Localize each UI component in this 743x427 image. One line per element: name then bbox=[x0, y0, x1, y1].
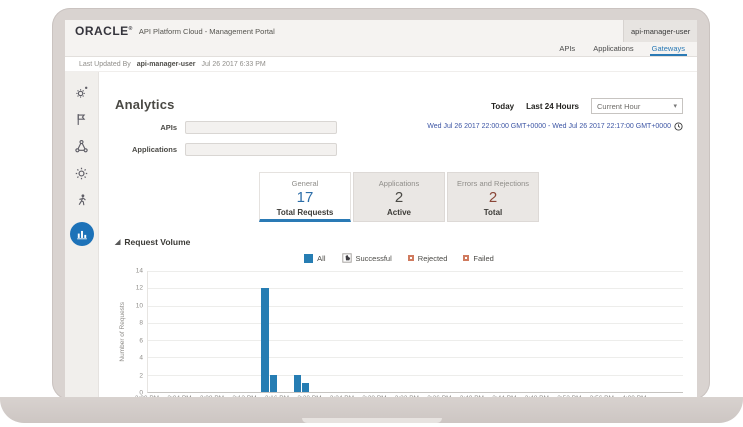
oracle-logo: ORACLE® bbox=[75, 24, 133, 38]
card-value: 2 bbox=[394, 189, 404, 206]
all-series-swatch bbox=[304, 253, 314, 263]
applications-filter-label: Applications bbox=[131, 145, 177, 154]
chart-gridline bbox=[148, 322, 683, 324]
card-metric: Total bbox=[483, 208, 503, 217]
card-metric: Active bbox=[386, 208, 411, 217]
y-tick-label: 12 bbox=[135, 284, 143, 292]
legend-label: All bbox=[317, 253, 326, 263]
legend-item-all[interactable]: All bbox=[304, 253, 326, 263]
tab-gateways[interactable]: Gateways bbox=[649, 43, 687, 56]
policies-flag-icon[interactable] bbox=[74, 112, 89, 127]
chart-bar bbox=[293, 374, 302, 392]
user-menu[interactable]: api-manager-user bbox=[623, 20, 697, 42]
chart-gridline bbox=[148, 288, 683, 290]
successful-hand-box-icon bbox=[341, 253, 352, 263]
date-range-text: Wed Jul 26 2017 22:00:00 GMT+0000 - Wed … bbox=[427, 123, 671, 130]
apis-filter-label: APIs bbox=[160, 123, 177, 132]
screen: ORACLE® API Platform Cloud - Management … bbox=[65, 20, 697, 400]
y-axis-title: Number of Requests bbox=[118, 302, 126, 362]
last-updated-time: Jul 26 2017 6:33 PM bbox=[201, 60, 266, 68]
section-title: Request Volume bbox=[124, 237, 191, 247]
chart-bar bbox=[269, 374, 277, 392]
collapse-triangle-icon: ◢ bbox=[115, 238, 121, 246]
services-network-icon[interactable] bbox=[74, 139, 89, 154]
laptop-bezel: ORACLE® API Platform Cloud - Management … bbox=[52, 8, 710, 400]
user-name: api-manager-user bbox=[631, 26, 691, 36]
analytics-content: Analytics APIs Applications Today Last 2… bbox=[99, 72, 697, 400]
chart-bar bbox=[261, 288, 269, 392]
card-applications-active[interactable]: Applications 2 Active bbox=[353, 172, 445, 222]
app-header: ORACLE® API Platform Cloud - Management … bbox=[65, 20, 697, 42]
card-category: Applications bbox=[378, 179, 420, 188]
last-updated-row: Last Updated By api-manager-user Jul 26 … bbox=[65, 57, 697, 72]
card-general-total-requests[interactable]: General 17 Total Requests bbox=[259, 172, 351, 222]
last-updated-label: Last Updated By bbox=[79, 60, 131, 68]
legend-item-failed[interactable]: Failed bbox=[463, 253, 494, 263]
top-nav-tabs: APIs Applications Gateways bbox=[65, 42, 697, 57]
chart-legend: All Successful Rejected Failed bbox=[115, 253, 683, 263]
y-axis-ticks: 0 2 4 6 8 10 12 14 bbox=[129, 267, 147, 397]
analytics-bar-chart-icon[interactable] bbox=[69, 222, 94, 246]
time-range-select[interactable]: Current Hour ▾ bbox=[591, 98, 683, 114]
rejected-series-swatch bbox=[407, 255, 414, 261]
agents-person-icon[interactable] bbox=[74, 193, 89, 208]
y-tick-label: 10 bbox=[135, 302, 143, 310]
last-24-hours-button[interactable]: Last 24 Hours bbox=[526, 102, 579, 111]
y-tick-label: 6 bbox=[139, 337, 143, 345]
chart-gridline bbox=[148, 305, 683, 307]
legend-label: Successful bbox=[355, 253, 392, 263]
apis-gear-badge-icon[interactable] bbox=[74, 85, 89, 100]
card-value: 17 bbox=[296, 189, 314, 206]
settings-gear-icon[interactable] bbox=[74, 166, 89, 181]
chart-plot-area bbox=[147, 271, 683, 393]
y-tick-label: 8 bbox=[139, 319, 143, 327]
applications-filter-input[interactable] bbox=[185, 143, 337, 156]
summary-cards: General 17 Total Requests Applications 2… bbox=[115, 172, 683, 222]
clock-icon[interactable] bbox=[674, 122, 683, 131]
legend-item-successful[interactable]: Successful bbox=[341, 253, 392, 263]
y-tick-label: 2 bbox=[139, 372, 143, 380]
tab-applications[interactable]: Applications bbox=[591, 43, 635, 56]
laptop-base bbox=[0, 397, 743, 423]
legend-label: Rejected bbox=[417, 253, 448, 263]
request-volume-section-header[interactable]: ◢ Request Volume bbox=[115, 237, 683, 247]
y-tick-label: 4 bbox=[139, 354, 143, 362]
time-controls: Today Last 24 Hours Current Hour ▾ Wed J… bbox=[427, 98, 683, 131]
chevron-down-icon: ▾ bbox=[673, 103, 677, 110]
product-title: API Platform Cloud - Management Portal bbox=[138, 26, 275, 36]
chart-gridline bbox=[148, 357, 683, 359]
chart-gridline bbox=[148, 340, 683, 342]
card-metric: Total Requests bbox=[276, 208, 334, 217]
card-value: 2 bbox=[488, 189, 498, 206]
tab-apis[interactable]: APIs bbox=[557, 43, 577, 56]
card-category: Errors and Rejections bbox=[456, 179, 530, 188]
legend-item-rejected[interactable]: Rejected bbox=[407, 253, 448, 263]
today-button[interactable]: Today bbox=[491, 102, 514, 111]
failed-series-swatch bbox=[463, 255, 470, 261]
apis-filter-input[interactable] bbox=[185, 121, 337, 134]
chart-bar bbox=[302, 383, 310, 392]
request-volume-chart: Number of Requests 0 2 4 6 8 10 12 14 bbox=[115, 267, 683, 397]
time-range-select-value: Current Hour bbox=[597, 101, 641, 111]
card-errors-rejections-total[interactable]: Errors and Rejections 2 Total bbox=[447, 172, 539, 222]
chart-gridline bbox=[148, 271, 683, 272]
card-category: General bbox=[291, 179, 319, 188]
sidebar bbox=[65, 72, 99, 399]
y-tick-label: 14 bbox=[135, 267, 143, 275]
last-updated-user: api-manager-user bbox=[136, 60, 196, 68]
legend-label: Failed bbox=[473, 253, 494, 263]
chart-gridline bbox=[148, 374, 683, 376]
